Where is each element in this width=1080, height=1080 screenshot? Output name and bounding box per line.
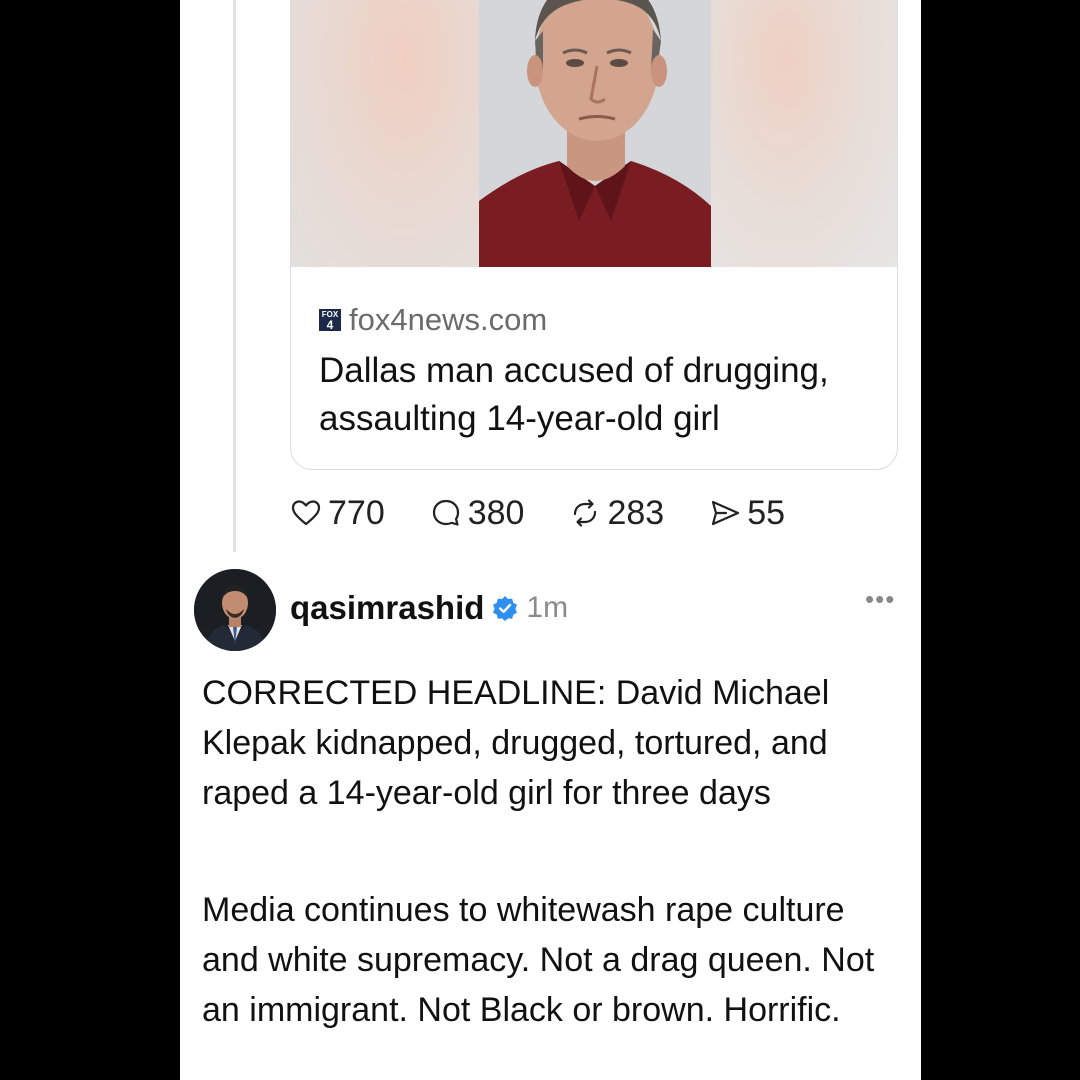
share-count: 55 <box>747 493 786 532</box>
link-source-domain: fox4news.com <box>349 302 548 337</box>
post-timestamp: 1m <box>526 591 569 624</box>
post-action-bar: 770 380 283 55 <box>290 492 830 534</box>
repost-icon <box>574 499 597 527</box>
link-headline: Dallas man accused of drugging, assaulti… <box>319 351 829 438</box>
blurred-image-right <box>711 0 897 267</box>
repost-button[interactable]: 283 <box>569 494 664 533</box>
post-panel: FOX 4 fox4news.com Dallas man accused of… <box>180 0 921 1080</box>
reply-button[interactable]: 380 <box>430 493 525 533</box>
verified-badge-icon <box>493 596 518 621</box>
send-icon <box>712 500 740 526</box>
profile-photo <box>194 569 276 651</box>
heart-icon <box>291 500 321 526</box>
link-preview-image <box>291 0 897 267</box>
fox-icon-number: 4 <box>326 317 334 332</box>
fox4-logo-icon: FOX 4 <box>319 309 341 331</box>
post-text-paragraph-2: Media continues to whitewash rape cultur… <box>202 891 875 1029</box>
username[interactable]: qasimrashid <box>290 589 484 627</box>
thread-connector-line <box>233 0 236 552</box>
reply-count: 380 <box>467 493 525 532</box>
post-text-paragraph-1: CORRECTED HEADLINE: David Michael Klepak… <box>202 674 830 812</box>
share-button[interactable]: 55 <box>709 494 785 533</box>
blurred-image-left <box>291 0 479 267</box>
avatar[interactable] <box>194 569 276 651</box>
link-source-row: FOX 4 fox4news.com <box>319 302 548 337</box>
like-count: 770 <box>328 493 385 532</box>
mugshot-photo <box>479 0 711 267</box>
link-preview-card[interactable]: FOX 4 fox4news.com Dallas man accused of… <box>290 0 898 470</box>
comment-bubble-icon <box>432 499 459 526</box>
more-options-button[interactable]: ••• <box>865 584 895 615</box>
like-button[interactable]: 770 <box>290 494 385 533</box>
post-header: qasimrashid 1m <box>290 586 568 630</box>
repost-count: 283 <box>607 493 665 532</box>
